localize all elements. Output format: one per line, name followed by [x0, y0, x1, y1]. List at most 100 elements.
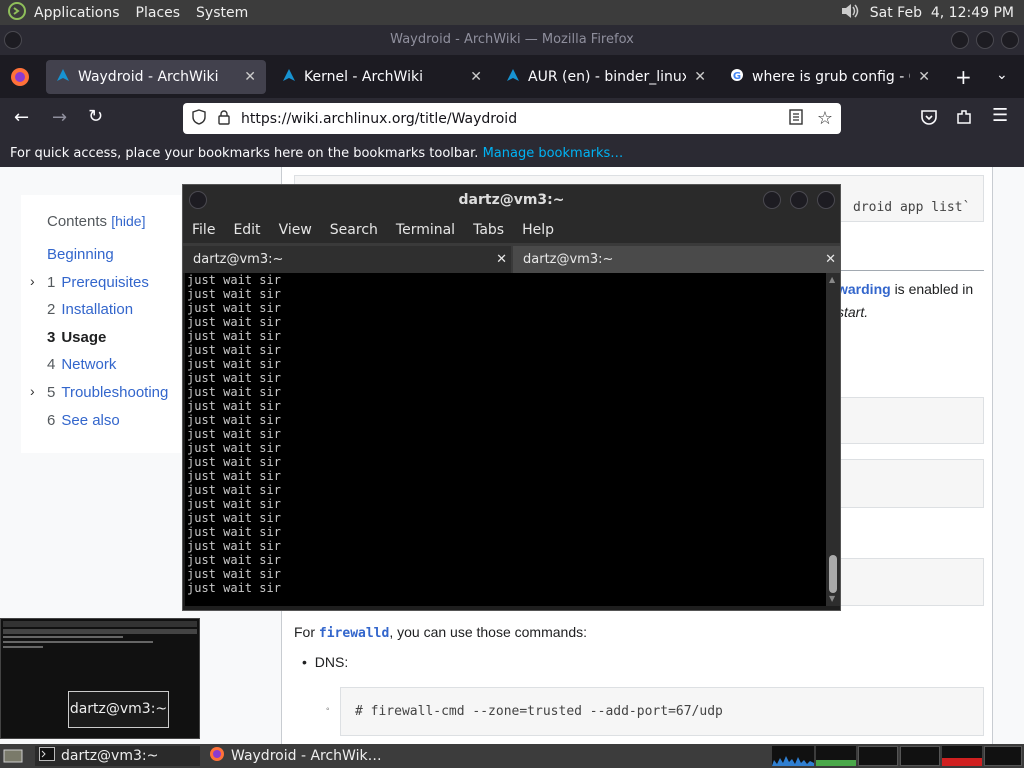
tab-waydroid[interactable]: Waydroid - ArchWiki ✕: [46, 60, 266, 94]
chevron-right-icon[interactable]: ›: [30, 273, 35, 289]
tab-google[interactable]: G where is grub config - Google ✕: [720, 60, 940, 94]
toc-heading: Contents [hide]: [47, 213, 145, 230]
maximize-button[interactable]: [790, 191, 808, 209]
terminal-line: just wait sir: [187, 497, 281, 511]
firefox-view-icon[interactable]: [10, 67, 30, 91]
minimize-button[interactable]: [951, 31, 969, 49]
applications-menu[interactable]: Applications: [26, 5, 128, 21]
toc-item-network[interactable]: 4 Network: [47, 356, 116, 373]
menu-view[interactable]: View: [270, 222, 321, 238]
manage-bookmarks-link[interactable]: Manage bookmarks…: [483, 146, 624, 161]
toc-item-see-also[interactable]: 6 See also: [47, 412, 120, 429]
load-monitor-graph[interactable]: [942, 746, 982, 766]
reader-view-icon[interactable]: [789, 108, 803, 129]
close-icon[interactable]: ✕: [825, 246, 836, 273]
toc-item-beginning[interactable]: Beginning: [47, 246, 114, 263]
minimize-button[interactable]: [763, 191, 781, 209]
taskbar-item-firefox[interactable]: Waydroid - ArchWik…: [205, 746, 405, 766]
scroll-down-icon[interactable]: ▼: [829, 594, 835, 603]
tab-label: where is grub config - Google: [752, 69, 910, 85]
terminal-line: just wait sir: [187, 385, 281, 399]
close-icon[interactable]: ✕: [496, 246, 507, 273]
wiki-link[interactable]: warding: [837, 281, 891, 297]
disk-monitor-graph[interactable]: [984, 746, 1022, 766]
maximize-button[interactable]: [976, 31, 994, 49]
distro-logo-icon[interactable]: [0, 1, 26, 24]
terminal-line: just wait sir: [187, 511, 281, 525]
list-tabs-icon[interactable]: ⌄: [996, 67, 1008, 83]
toc-hide-link[interactable]: [hide]: [111, 213, 145, 229]
archwiki-icon: [282, 68, 296, 86]
menu-edit[interactable]: Edit: [224, 222, 269, 238]
tab-label: Waydroid - ArchWiki: [78, 69, 219, 85]
terminal-tab-2[interactable]: dartz@vm3:~ ✕: [513, 246, 840, 273]
swap-monitor-graph[interactable]: [900, 746, 940, 766]
menu-icon[interactable]: ☰: [992, 105, 1008, 126]
pocket-icon[interactable]: [920, 108, 938, 130]
reload-icon[interactable]: ↻: [88, 106, 103, 127]
shield-icon[interactable]: [191, 108, 207, 129]
clock[interactable]: Sat Feb 4, 12:49 PM: [870, 5, 1014, 21]
toc-label: Troubleshooting: [61, 384, 169, 401]
tab-aur[interactable]: AUR (en) - binder_linux-dkms ✕: [496, 60, 716, 94]
close-icon[interactable]: ✕: [694, 69, 706, 85]
cpu-monitor-graph[interactable]: [772, 746, 814, 766]
close-icon[interactable]: ✕: [470, 69, 482, 85]
close-window-button[interactable]: [817, 191, 835, 209]
toc-label: Prerequisites: [61, 274, 149, 291]
volume-icon[interactable]: [840, 2, 860, 24]
terminal-line: just wait sir: [187, 301, 281, 315]
bookmarks-hint: For quick access, place your bookmarks h…: [10, 146, 479, 161]
window-menu-button[interactable]: [4, 31, 22, 49]
back-icon[interactable]: ←: [14, 107, 29, 128]
toc-label: Beginning: [47, 246, 114, 263]
new-tab-icon[interactable]: +: [955, 65, 972, 89]
bullet-item: • DNS:: [302, 654, 348, 670]
menu-terminal[interactable]: Terminal: [387, 222, 464, 238]
terminal-line: just wait sir: [187, 357, 281, 371]
toc-number: 1: [47, 274, 56, 291]
tab-label: AUR (en) - binder_linux-dkms: [528, 69, 687, 85]
bookmark-star-icon[interactable]: ☆: [817, 108, 833, 129]
code-text: droid app list`: [853, 200, 971, 215]
firewalld-code[interactable]: firewalld: [319, 626, 389, 641]
network-monitor-graph[interactable]: [858, 746, 898, 766]
code-block: # firewall-cmd --zone=trusted --add-port…: [340, 687, 984, 736]
show-desktop-icon[interactable]: [3, 748, 23, 768]
taskbar-item-terminal[interactable]: dartz@vm3:~: [35, 746, 200, 766]
extensions-icon[interactable]: [955, 108, 973, 130]
terminal-output[interactable]: just wait sir just wait sir just wait sir j…: [185, 273, 826, 606]
terminal-line: just wait sir: [187, 343, 281, 357]
window-menu-button[interactable]: [189, 191, 207, 209]
toc-item-prerequisites[interactable]: 1 Prerequisites: [47, 274, 149, 291]
toc-item-troubleshooting[interactable]: 5 Troubleshooting: [47, 384, 168, 401]
svg-text:G: G: [733, 71, 741, 82]
url-text[interactable]: https://wiki.archlinux.org/title/Waydroi…: [241, 111, 517, 127]
scroll-up-icon[interactable]: ▲: [829, 275, 835, 284]
menu-file[interactable]: File: [183, 222, 224, 238]
sub-bullet-icon: ◦: [326, 704, 330, 715]
forward-icon[interactable]: →: [52, 107, 67, 128]
lock-icon[interactable]: [217, 109, 231, 129]
close-icon[interactable]: ✕: [244, 69, 256, 85]
url-bar[interactable]: https://wiki.archlinux.org/title/Waydroi…: [183, 103, 841, 134]
bookmarks-toolbar: For quick access, place your bookmarks h…: [0, 140, 1024, 167]
toc-item-installation[interactable]: 2 Installation: [47, 301, 133, 318]
system-menu[interactable]: System: [188, 5, 256, 21]
menu-tabs[interactable]: Tabs: [464, 222, 513, 238]
terminal-tabs: dartz@vm3:~ ✕ dartz@vm3:~ ✕: [183, 243, 840, 273]
menu-help[interactable]: Help: [513, 222, 563, 238]
terminal-scrollbar[interactable]: ▲ ▼: [826, 273, 840, 606]
scrollbar-thumb[interactable]: [829, 555, 837, 593]
paragraph-italic: start.: [837, 304, 869, 320]
firewalld-paragraph: For firewalld, you can use those command…: [294, 624, 587, 641]
chevron-right-icon[interactable]: ›: [30, 383, 35, 399]
terminal-tab-1[interactable]: dartz@vm3:~ ✕: [183, 246, 511, 273]
close-window-button[interactable]: [1001, 31, 1019, 49]
close-icon[interactable]: ✕: [918, 69, 930, 85]
places-menu[interactable]: Places: [128, 5, 189, 21]
memory-monitor-graph[interactable]: [816, 746, 856, 766]
toc-item-usage[interactable]: 3 Usage: [47, 329, 106, 346]
menu-search[interactable]: Search: [321, 222, 387, 238]
tab-kernel[interactable]: Kernel - ArchWiki ✕: [272, 60, 492, 94]
